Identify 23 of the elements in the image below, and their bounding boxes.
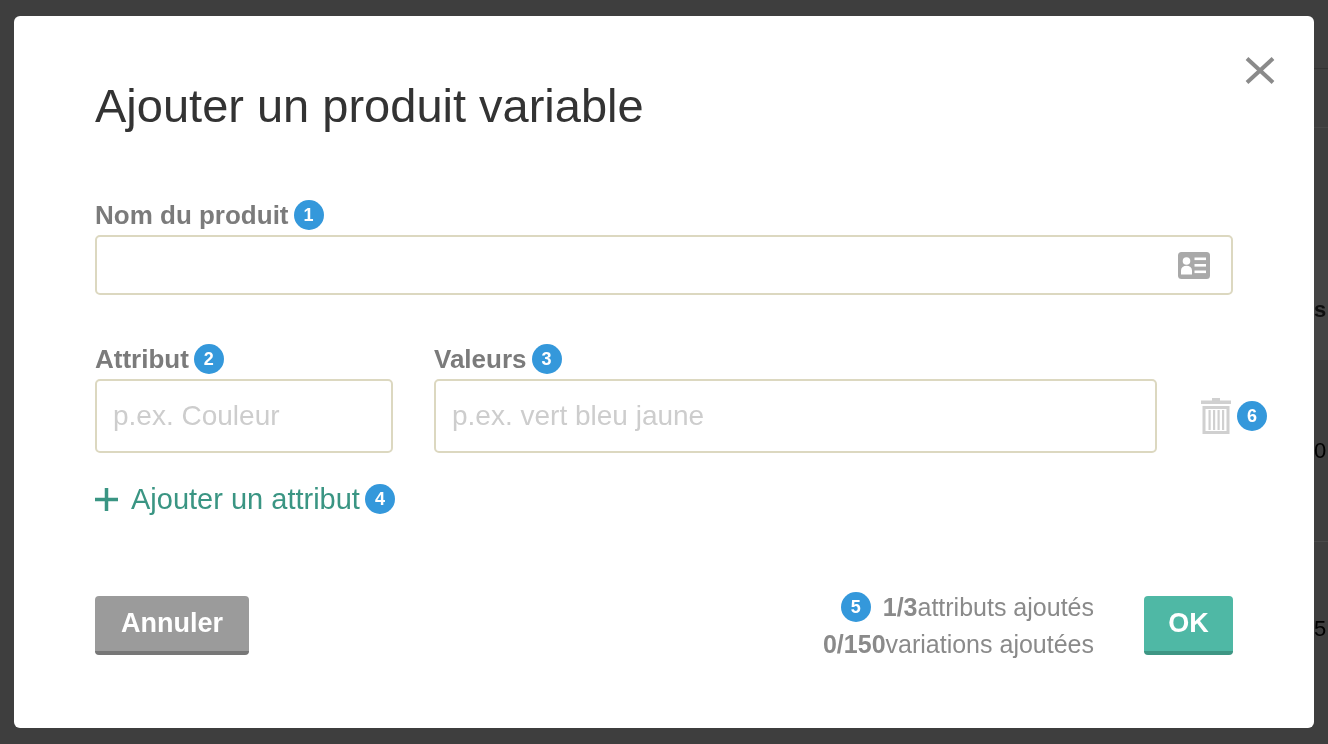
plus-icon [95,487,118,511]
step-badge: 3 [531,344,562,374]
product-name-field[interactable] [95,235,1233,295]
add-attribute-link[interactable]: Ajouter un attribut [95,484,360,514]
close-icon [1245,57,1275,84]
ok-button[interactable]: OK [1144,595,1233,655]
step-badge: 4 [364,484,395,514]
step-badge: 6 [1237,401,1267,431]
count-text: 1/3attributs ajoutés [882,591,1094,622]
background-text: 0 [1314,437,1328,464]
cancel-button[interactable]: Annuler [95,595,249,655]
step-badge: 1 [293,200,324,230]
id-card-icon [1178,251,1210,279]
field-label: Nom du produit [95,200,289,230]
field-label: Valeurs [434,344,527,374]
trash-icon[interactable] [1201,398,1231,434]
field-label: Attribut [95,344,189,374]
count-text: 0/150variations ajoutées [822,628,1094,659]
background-text: 5 [1314,616,1328,642]
step-badge: 5 [840,591,871,622]
step-badge: 2 [193,344,224,374]
close-button[interactable] [1245,57,1275,84]
dialog-title: Ajouter un produit variable [95,78,644,133]
